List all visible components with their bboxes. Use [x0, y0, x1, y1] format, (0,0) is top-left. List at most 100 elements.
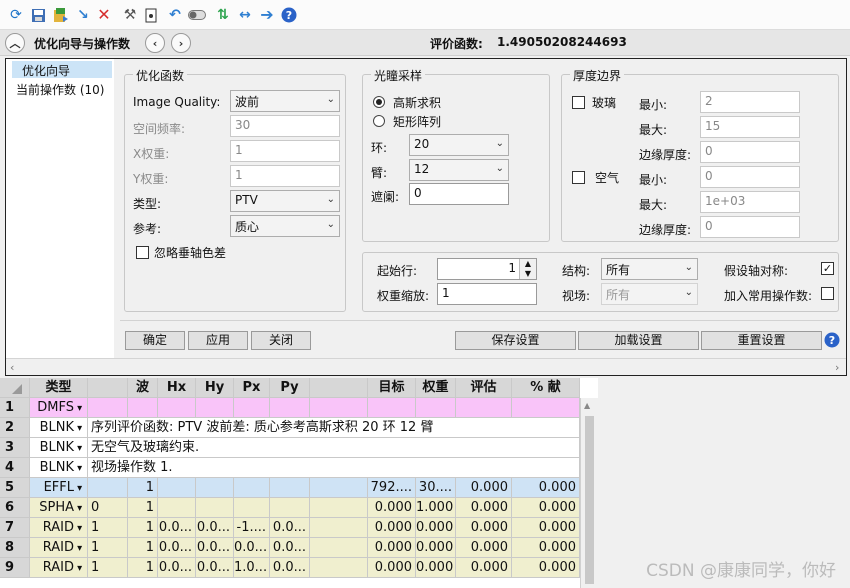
grid-cell[interactable]: 0: [88, 498, 128, 518]
grid-cell[interactable]: 0.000: [416, 558, 456, 578]
air-edge-input[interactable]: 0: [700, 216, 800, 238]
horizontal-scrollbar[interactable]: ‹ ›: [6, 358, 846, 375]
reset-settings-button[interactable]: 重置设置: [701, 331, 822, 350]
rings-select[interactable]: 20 ⌄: [409, 134, 509, 156]
header-value[interactable]: 评估: [456, 378, 512, 398]
vertical-scrollbar[interactable]: ▲: [580, 398, 598, 588]
type-select[interactable]: PTV ⌄: [230, 190, 340, 212]
grid-cell[interactable]: 1: [128, 478, 158, 498]
header-blank[interactable]: [88, 378, 128, 398]
save-as-icon[interactable]: [52, 6, 70, 24]
grid-cell[interactable]: 0.0...: [270, 518, 310, 538]
load-settings-button[interactable]: 加载设置: [578, 331, 699, 350]
dropdown-icon[interactable]: ▾: [74, 403, 82, 414]
grid-cell[interactable]: 1.000: [416, 498, 456, 518]
select-all-icon[interactable]: [12, 384, 22, 394]
scroll-left-icon[interactable]: ‹: [10, 361, 14, 374]
dropdown-icon[interactable]: ▾: [74, 443, 82, 454]
sync-icon[interactable]: ⇅: [214, 6, 232, 24]
obscuration-input[interactable]: 0: [409, 183, 509, 205]
config-select[interactable]: 所有 ⌄: [601, 258, 698, 280]
grid-cell[interactable]: [270, 478, 310, 498]
nav-item-operands[interactable]: 当前操作数 (10): [12, 80, 116, 97]
ignore-lateral-checkbox[interactable]: [136, 246, 149, 259]
nav-item-wizard[interactable]: 优化向导: [12, 61, 112, 78]
weight-scale-input[interactable]: 1: [437, 283, 537, 305]
scroll-right-icon[interactable]: ›: [835, 361, 839, 374]
delete-icon[interactable]: ✕: [95, 6, 113, 24]
header-weight[interactable]: 权重: [416, 378, 456, 398]
start-row-spinner[interactable]: ▲ ▼: [519, 259, 536, 279]
grid-cell[interactable]: 0.000: [512, 558, 580, 578]
comment-cell[interactable]: 视场操作数 1.: [88, 458, 580, 478]
grid-cell[interactable]: 1: [128, 498, 158, 518]
grid-cell[interactable]: 0.000: [456, 498, 512, 518]
scroll-thumb[interactable]: [585, 416, 594, 584]
help-icon[interactable]: ?: [824, 332, 840, 351]
comment-cell[interactable]: 序列评价函数: PTV 波前差: 质心参考高斯求积 20 环 12 臂: [88, 418, 580, 438]
header-type[interactable]: 类型: [30, 378, 88, 398]
grid-cell[interactable]: 0.000: [456, 518, 512, 538]
gaussian-radio[interactable]: [373, 96, 385, 108]
ok-button[interactable]: 确定: [125, 331, 185, 350]
grid-cell[interactable]: [456, 398, 512, 418]
toggle-icon[interactable]: [188, 6, 206, 24]
arms-select[interactable]: 12 ⌄: [409, 159, 509, 181]
grid-cell[interactable]: [128, 398, 158, 418]
dropdown-icon[interactable]: ▾: [74, 543, 82, 554]
dropdown-icon[interactable]: ▾: [74, 503, 82, 514]
save-icon[interactable]: [29, 6, 47, 24]
operand-type-cell[interactable]: RAID ▾: [30, 538, 88, 558]
operand-type-cell[interactable]: RAID ▾: [30, 558, 88, 578]
operand-type-cell[interactable]: DMFS ▾: [30, 398, 88, 418]
grid-cell[interactable]: [368, 398, 416, 418]
grid-cell[interactable]: [310, 518, 368, 538]
glass-checkbox[interactable]: [572, 96, 585, 109]
grid-cell[interactable]: 30....: [416, 478, 456, 498]
air-checkbox[interactable]: [572, 171, 585, 184]
grid-cell[interactable]: 0.000: [456, 478, 512, 498]
assume-symmetry-checkbox[interactable]: ✓: [821, 262, 834, 275]
operand-type-cell[interactable]: BLNK ▾: [30, 418, 88, 438]
grid-cell[interactable]: [310, 398, 368, 418]
spatial-freq-input[interactable]: 30: [230, 115, 340, 137]
next-button[interactable]: ›: [171, 33, 191, 53]
grid-cell[interactable]: 1: [88, 518, 128, 538]
header-blank[interactable]: [310, 378, 368, 398]
operand-type-cell[interactable]: BLNK ▾: [30, 438, 88, 458]
arrow-down-icon[interactable]: ↘: [74, 6, 92, 24]
grid-cell[interactable]: 1: [88, 538, 128, 558]
header-hy[interactable]: Hy: [196, 378, 234, 398]
grid-cell[interactable]: 0.000: [456, 538, 512, 558]
apply-button[interactable]: 应用: [188, 331, 248, 350]
grid-cell[interactable]: [234, 498, 270, 518]
operand-type-cell[interactable]: BLNK ▾: [30, 458, 88, 478]
header-hx[interactable]: Hx: [158, 378, 196, 398]
air-max-input[interactable]: 1e+03: [700, 191, 800, 213]
close-button[interactable]: 关闭: [251, 331, 311, 350]
grid-cell[interactable]: 1: [128, 518, 158, 538]
grid-cell[interactable]: [88, 478, 128, 498]
grid-cell[interactable]: 0.0...: [158, 518, 196, 538]
next-icon[interactable]: ➔: [258, 6, 276, 24]
grid-cell[interactable]: 1.0...: [234, 558, 270, 578]
operand-type-cell[interactable]: EFFL ▾: [30, 478, 88, 498]
grid-cell[interactable]: [196, 498, 234, 518]
grid-cell[interactable]: 0.000: [512, 538, 580, 558]
grid-cell[interactable]: [512, 398, 580, 418]
air-min-input[interactable]: 0: [700, 166, 800, 188]
grid-cell[interactable]: 0.0...: [196, 538, 234, 558]
grid-cell[interactable]: [158, 478, 196, 498]
image-quality-select[interactable]: 波前 ⌄: [230, 90, 340, 112]
dropdown-icon[interactable]: ▾: [74, 523, 82, 534]
grid-cell[interactable]: [158, 498, 196, 518]
add-common-checkbox[interactable]: [821, 287, 834, 300]
grid-cell[interactable]: [158, 398, 196, 418]
header-py[interactable]: Py: [270, 378, 310, 398]
grid-cell[interactable]: [310, 558, 368, 578]
operand-type-cell[interactable]: SPHA ▾: [30, 498, 88, 518]
save-settings-button[interactable]: 保存设置: [455, 331, 576, 350]
grid-cell[interactable]: 0.0...: [270, 558, 310, 578]
undo-icon[interactable]: ↶: [166, 6, 184, 24]
collapse-button[interactable]: ︿: [5, 33, 25, 53]
